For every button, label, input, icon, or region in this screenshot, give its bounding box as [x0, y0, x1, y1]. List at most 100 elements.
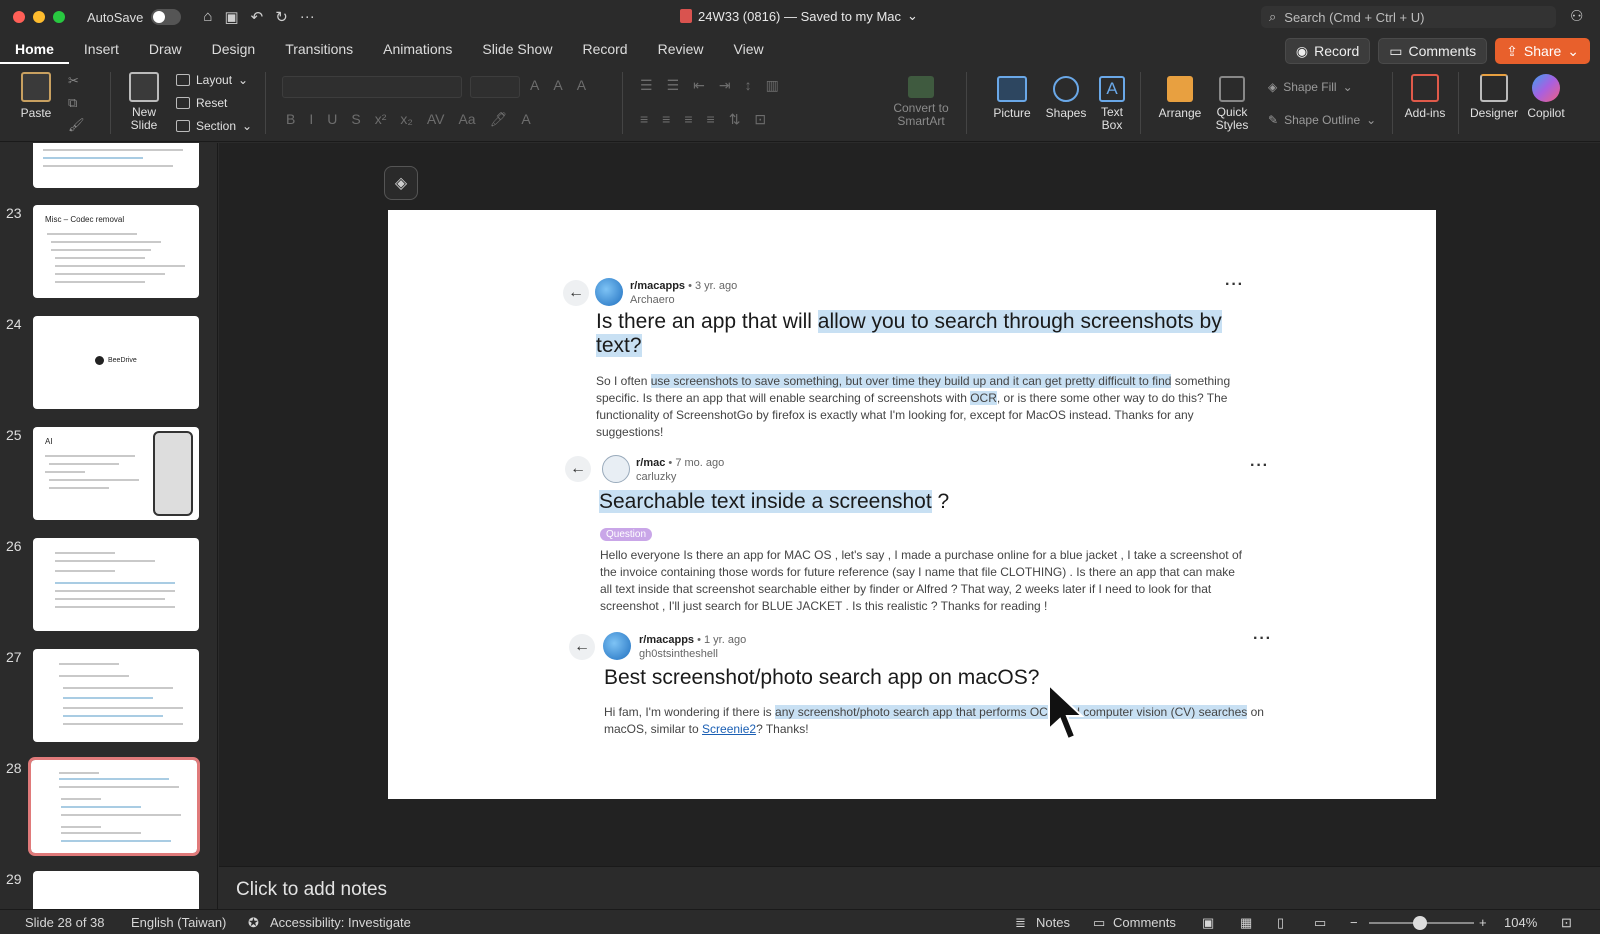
zoom-in-icon[interactable]: + — [1479, 915, 1487, 930]
slide-thumbnail-22[interactable] — [33, 143, 199, 188]
document-title[interactable]: 24W33 (0816) — Saved to my Mac ⌄ — [680, 8, 918, 24]
tab-insert[interactable]: Insert — [69, 34, 134, 64]
increase-font-icon[interactable]: A — [530, 77, 539, 93]
highlight-icon[interactable]: 🖊 — [490, 111, 508, 128]
tab-record[interactable]: Record — [567, 34, 642, 64]
text-box-button[interactable]: A Text Box — [1094, 76, 1130, 132]
comments-toggle[interactable]: Comments — [1113, 915, 1176, 930]
copilot-slide-button[interactable]: ◈ — [384, 166, 418, 200]
redo-icon[interactable]: ↻ — [275, 8, 288, 26]
shape-fill-button[interactable]: ◈ Shape Fill ⌄ — [1268, 80, 1353, 94]
search-input[interactable]: ⌕ Search (Cmd + Ctrl + U) — [1261, 6, 1556, 28]
home-icon[interactable]: ⌂ — [203, 8, 212, 26]
slide-thumbnail-27[interactable] — [33, 649, 199, 742]
cut-icon[interactable]: ✂ — [68, 73, 85, 89]
slide-28[interactable]: ← r/macapps • 3 yr. ago Archaero ··· Is … — [388, 210, 1436, 799]
bold-icon[interactable]: B — [286, 111, 295, 128]
language-indicator[interactable]: English (Taiwan) — [131, 915, 226, 930]
more-icon[interactable]: ··· — [300, 8, 315, 26]
designer-button[interactable]: Designer — [1468, 74, 1520, 120]
accessibility-status[interactable]: Accessibility: Investigate — [270, 915, 411, 930]
slide-thumbnail-29[interactable] — [33, 871, 199, 909]
copy-icon[interactable]: ⧉ — [68, 95, 85, 111]
italic-icon[interactable]: I — [309, 111, 313, 128]
slide-thumbnail-23[interactable]: Misc – Codec removal — [33, 205, 199, 298]
columns-icon[interactable]: ▥ — [766, 77, 779, 94]
superscript-icon[interactable]: x² — [375, 111, 387, 128]
slide-show-view-icon[interactable]: ▭ — [1314, 915, 1326, 931]
underline-icon[interactable]: U — [327, 111, 337, 128]
record-button[interactable]: ◉ Record — [1284, 38, 1371, 64]
share-person-icon[interactable]: ⚇ — [1570, 7, 1583, 25]
arrange-button[interactable]: Arrange — [1156, 76, 1204, 120]
zoom-level[interactable]: 104% — [1504, 915, 1537, 930]
document-title-text: 24W33 (0816) — Saved to my Mac — [698, 8, 902, 24]
fit-to-window-icon[interactable]: ⊡ — [1561, 915, 1572, 931]
zoom-out-icon[interactable]: − — [1350, 915, 1358, 930]
new-slide-button[interactable]: New Slide — [122, 72, 166, 132]
align-right-icon[interactable]: ≡ — [684, 111, 692, 128]
autosave-toggle[interactable] — [151, 9, 182, 25]
slide-thumbnail-28-selected[interactable] — [28, 757, 200, 856]
clear-format-icon[interactable]: A — [577, 77, 586, 93]
numbering-icon[interactable]: ☰ — [667, 77, 680, 94]
tab-view[interactable]: View — [719, 34, 779, 64]
font-size-select[interactable] — [470, 76, 520, 98]
share-button[interactable]: ⇪ Share ⌄ — [1495, 38, 1590, 64]
strikethrough-icon[interactable]: S — [351, 111, 360, 128]
paste-button[interactable]: Paste — [16, 72, 56, 120]
text-direction-icon[interactable]: ⇅ — [729, 111, 741, 128]
font-family-select[interactable] — [282, 76, 462, 98]
save-icon[interactable]: ▣ — [224, 8, 238, 26]
reset-button[interactable]: Reset — [176, 96, 227, 110]
tab-review[interactable]: Review — [643, 34, 719, 64]
slide-thumbnail-25[interactable]: AI — [33, 427, 199, 520]
notes-toggle[interactable]: Notes — [1036, 915, 1070, 930]
copilot-button[interactable]: Copilot — [1522, 74, 1570, 120]
shapes-button[interactable]: Shapes — [1044, 76, 1088, 120]
slide-sorter-view-icon[interactable]: ▦ — [1240, 915, 1252, 931]
bullets-icon[interactable]: ☰ — [640, 77, 653, 94]
tab-home[interactable]: Home — [0, 34, 69, 64]
tab-design[interactable]: Design — [197, 34, 271, 64]
section-button[interactable]: Section ⌄ — [176, 119, 252, 133]
notes-pane[interactable]: Click to add notes — [219, 866, 1600, 909]
layout-button[interactable]: Layout ⌄ — [176, 73, 248, 87]
zoom-slider-handle[interactable] — [1413, 916, 1427, 930]
picture-button[interactable]: Picture — [990, 76, 1034, 120]
font-color-icon[interactable]: A — [521, 111, 530, 128]
shape-outline-button[interactable]: ✎ Shape Outline ⌄ — [1268, 113, 1376, 127]
post-title: Best screenshot/photo search app on macO… — [604, 666, 1040, 689]
tab-slide-show[interactable]: Slide Show — [467, 34, 567, 64]
add-ins-button[interactable]: Add-ins — [1400, 74, 1450, 120]
slide-thumbnails-panel[interactable]: 23 Misc – Codec removal 24 BeeDrive 25 A… — [0, 143, 218, 909]
decrease-font-icon[interactable]: A — [553, 77, 562, 93]
character-spacing-icon[interactable]: AV — [427, 111, 445, 128]
zoom-window-button[interactable] — [53, 11, 65, 23]
format-painter-icon[interactable]: 🖌 — [68, 117, 85, 133]
justify-icon[interactable]: ≡ — [707, 111, 715, 128]
undo-icon[interactable]: ↶ — [251, 8, 264, 26]
decrease-indent-icon[interactable]: ⇤ — [693, 77, 705, 94]
line-spacing-icon[interactable]: ↕ — [745, 77, 752, 94]
powerpoint-window: AutoSave ⌂ ▣ ↶ ↻ ··· 24W33 (0816) — Save… — [0, 0, 1600, 934]
minimize-window-button[interactable] — [33, 11, 45, 23]
slide-thumbnail-24[interactable]: BeeDrive — [33, 316, 199, 409]
tab-transitions[interactable]: Transitions — [270, 34, 368, 64]
reading-view-icon[interactable]: ▯ — [1277, 915, 1284, 931]
tab-draw[interactable]: Draw — [134, 34, 197, 64]
align-center-icon[interactable]: ≡ — [662, 111, 670, 128]
post-title: Is there an app that will allow you to s… — [596, 310, 1226, 358]
align-text-icon[interactable]: ⊡ — [754, 111, 766, 128]
quick-styles-button[interactable]: Quick Styles — [1210, 76, 1254, 132]
comments-button[interactable]: ▭ Comments — [1378, 38, 1488, 64]
convert-smartart-button[interactable]: Convert to SmartArt — [888, 76, 954, 128]
slide-thumbnail-26[interactable] — [33, 538, 199, 631]
close-window-button[interactable] — [13, 11, 25, 23]
align-left-icon[interactable]: ≡ — [640, 111, 648, 128]
change-case-icon[interactable]: Aa — [458, 111, 475, 128]
increase-indent-icon[interactable]: ⇥ — [719, 77, 731, 94]
normal-view-icon[interactable]: ▣ — [1202, 915, 1214, 931]
tab-animations[interactable]: Animations — [368, 34, 467, 64]
subscript-icon[interactable]: x₂ — [400, 111, 412, 128]
